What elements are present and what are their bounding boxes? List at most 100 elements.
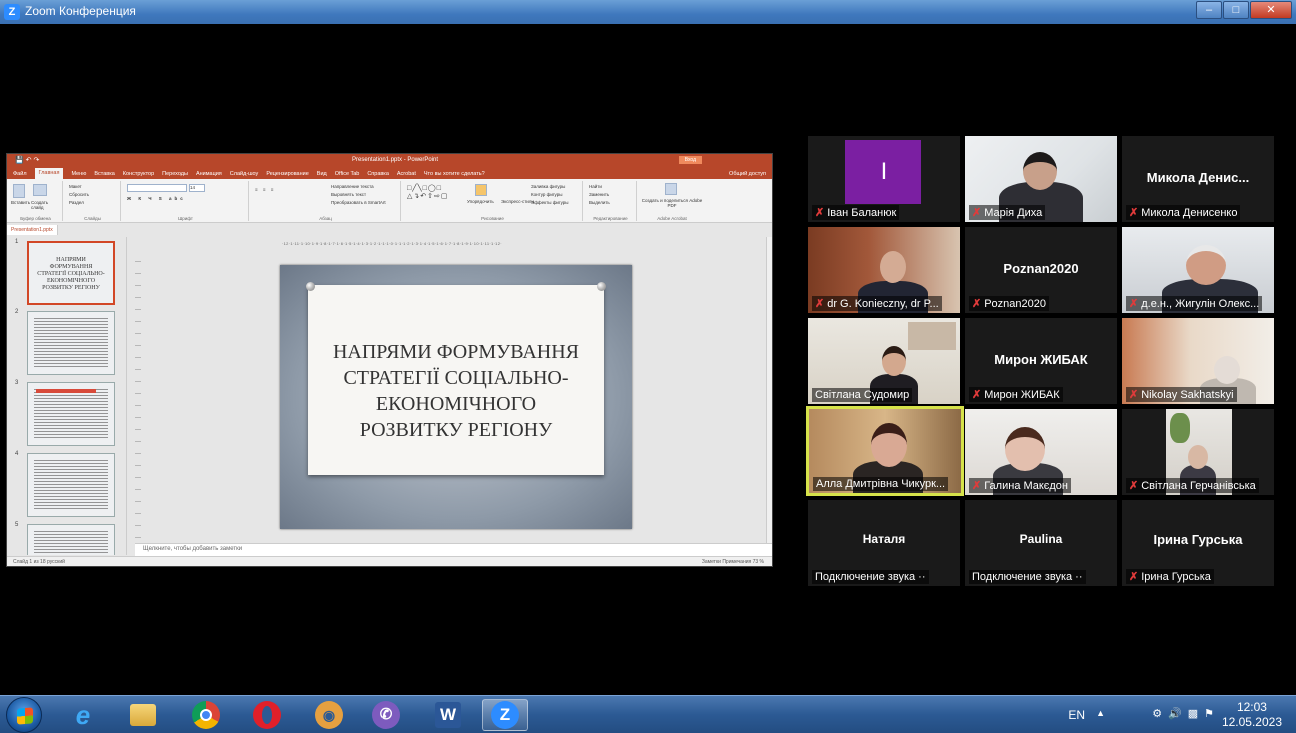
maximize-button[interactable]: □ (1223, 1, 1249, 19)
minimize-button[interactable]: – (1196, 1, 1222, 19)
tray-icons[interactable]: ⚙🔊▩⚑ (1152, 707, 1220, 720)
explorer-taskbar-item[interactable] (120, 699, 166, 731)
slide-thumbnail-3[interactable] (27, 382, 115, 446)
tab-slideshow[interactable]: Слайд-шоу (230, 171, 259, 177)
participant-name: ✗ Ірина Гурська (1126, 569, 1214, 584)
slide-thumbnail-5[interactable] (27, 524, 115, 555)
participant-name: ✗ Іван Баланюк (812, 205, 900, 220)
tell-me-search[interactable]: Что вы хотите сделать? (424, 171, 485, 177)
shape-outline-button[interactable]: Контур фигуры (531, 192, 562, 197)
new-slide-icon[interactable] (33, 184, 47, 196)
opera-taskbar-item[interactable] (244, 699, 290, 731)
tab-view[interactable]: Вид (317, 171, 327, 177)
tab-help[interactable]: Справка (367, 171, 389, 177)
zoom-taskbar-item[interactable]: Z (482, 699, 528, 731)
pdf-icon[interactable] (665, 183, 677, 195)
tab-office-tab[interactable]: Office Tab (335, 171, 360, 177)
chrome-taskbar-item[interactable] (183, 699, 229, 731)
participant-display-name: Мирон ЖИБАК (994, 352, 1088, 367)
participant-tile[interactable]: I ✗ Іван Баланюк (808, 136, 960, 222)
participant-name: Подключение звука ·· (969, 570, 1086, 584)
vertical-scrollbar[interactable] (766, 237, 772, 543)
document-title: Presentation1.pptx - PowerPoint (352, 157, 439, 163)
participant-tile[interactable]: ✗ Nikolay Sakhatskyi (1122, 318, 1274, 404)
language-indicator[interactable]: EN (1068, 708, 1085, 722)
replace-button[interactable]: Заменить (589, 192, 609, 197)
tab-review[interactable]: Рецензирование (266, 171, 308, 177)
find-button[interactable]: Найти (589, 184, 602, 189)
shape-fill-button[interactable]: Заливка фигуры (531, 184, 565, 189)
tab-insert[interactable]: Вставка (94, 171, 114, 177)
close-button[interactable]: ✕ (1250, 1, 1292, 19)
layout-button[interactable]: Макет (69, 184, 82, 189)
tab-acrobat[interactable]: Acrobat (397, 171, 416, 177)
participant-tile[interactable]: ✗ Галина Макєдон (965, 409, 1117, 495)
shape-effects-button[interactable]: Эффекты фигуры (531, 200, 569, 205)
start-button[interactable] (6, 697, 42, 733)
smartart-button[interactable]: Преобразовать в SmartArt (331, 200, 386, 205)
word-taskbar-item[interactable]: W (425, 699, 471, 731)
signin-button[interactable]: Вход (678, 156, 702, 164)
slide-thumbnail-2[interactable] (27, 311, 115, 375)
participant-tile[interactable]: Ірина Гурська ✗ Ірина Гурська (1122, 500, 1274, 586)
ribbon: Вставить Создать слайд Буфер обмена Маке… (7, 179, 772, 223)
arrange-icon[interactable] (475, 184, 487, 196)
select-button[interactable]: Выделить (589, 200, 610, 205)
participant-tile[interactable]: Paulina Подключение звука ·· (965, 500, 1117, 586)
participant-tile[interactable]: ✗ Світлана Герчанівська (1122, 409, 1274, 495)
notes-pane[interactable]: Щелкните, чтобы добавить заметки (135, 543, 772, 556)
tab-home[interactable]: Главная (34, 168, 64, 179)
participant-tile[interactable]: ✗ dr G. Konieczny, dr P... (808, 227, 960, 313)
participant-tile[interactable]: Наталя Подключение звука ·· (808, 500, 960, 586)
muted-mic-icon: ✗ (1129, 298, 1139, 310)
font-name-field[interactable] (127, 184, 187, 192)
avatar-initial: I (880, 158, 888, 185)
active-speaker-tile[interactable]: Алла Дмитрівна Чикурк... (806, 406, 964, 496)
muted-mic-icon: ✗ (972, 298, 982, 310)
slide-thumbnail-4[interactable] (27, 453, 115, 517)
clock[interactable]: 12:03 12.05.2023 (1222, 700, 1282, 730)
participant-tile[interactable]: ✗ д.е.н., Жигулін Олекс... (1122, 227, 1274, 313)
ribbon-tabs: Файл Главная Меню Вставка Конструктор Пе… (7, 168, 772, 179)
file-tab[interactable]: Presentation1.pptx (7, 225, 58, 235)
participant-name: ✗ д.е.н., Жигулін Олекс... (1126, 296, 1263, 311)
participant-tile[interactable]: Микола Денис... ✗ Микола Денисенко (1122, 136, 1274, 222)
reset-button[interactable]: Сбросить (69, 192, 89, 197)
participant-name: Подключение звука ·· (812, 570, 929, 584)
show-hidden-icons-button[interactable]: ▲ (1096, 708, 1105, 718)
participant-tile[interactable]: Poznan2020 ✗ Poznan2020 (965, 227, 1117, 313)
group-font: 14 Ж К Ч S abc Шрифт (123, 181, 249, 221)
current-slide[interactable]: НАПРЯМИ ФОРМУВАННЯ СТРАТЕГІЇ СОЦІАЛЬНО- … (280, 265, 632, 529)
thumbnail-title: НАПРЯМИ ФОРМУВАННЯ СТРАТЕГІЇ СОЦІАЛЬНО-Е… (37, 257, 105, 291)
tab-transitions[interactable]: Переходы (162, 171, 188, 177)
slide-thumbnail-1[interactable]: НАПРЯМИ ФОРМУВАННЯ СТРАТЕГІЇ СОЦІАЛЬНО-Е… (27, 241, 115, 305)
paste-icon[interactable] (13, 184, 25, 198)
participant-name: ✗ Марія Диха (969, 205, 1046, 220)
font-size-field[interactable]: 14 (189, 184, 205, 192)
status-controls[interactable]: Заметки Примечания 73 % (702, 559, 764, 565)
tab-design[interactable]: Конструктор (123, 171, 154, 177)
tab-menu[interactable]: Меню (71, 171, 86, 177)
quick-styles-label[interactable]: Экспресс-стили (501, 199, 534, 204)
ie-taskbar-item[interactable]: e (60, 699, 106, 731)
shared-screen: 💾 ↶ ↷ Presentation1.pptx - PowerPoint Вх… (6, 153, 773, 567)
align-text-button[interactable]: Выровнять текст (331, 192, 366, 197)
font-format-buttons[interactable]: Ж К Ч S abc (127, 196, 186, 201)
list-icons[interactable]: ≡ ≡ ≡ (255, 187, 275, 192)
participant-tile[interactable]: Світлана Судомир (808, 318, 960, 404)
tab-animations[interactable]: Анимация (196, 171, 222, 177)
participant-display-name: Poznan2020 (1003, 261, 1079, 276)
tab-file[interactable]: Файл (13, 171, 27, 177)
thumb-number: 3 (15, 380, 19, 386)
quick-access-icons: 💾 ↶ ↷ (15, 157, 40, 164)
text-direction-button[interactable]: Направление текста (331, 184, 374, 189)
screenshot-tool-taskbar-item[interactable]: ◉ (306, 699, 352, 731)
participant-tile[interactable]: ✗ Марія Диха (965, 136, 1117, 222)
create-pdf-label: Создать и поделиться Adobe PDF (641, 198, 703, 208)
shapes-gallery[interactable]: □╱╲□◯□ △↴↶⇧⇨▢ (407, 184, 448, 200)
viber-taskbar-item[interactable]: ✆ (363, 699, 409, 731)
participant-name: ✗ Галина Макєдон (969, 478, 1071, 493)
share-link[interactable]: Общий доступ (729, 171, 766, 177)
section-button[interactable]: Раздел (69, 200, 84, 205)
participant-tile[interactable]: Мирон ЖИБАК ✗ Мирон ЖИБАК (965, 318, 1117, 404)
